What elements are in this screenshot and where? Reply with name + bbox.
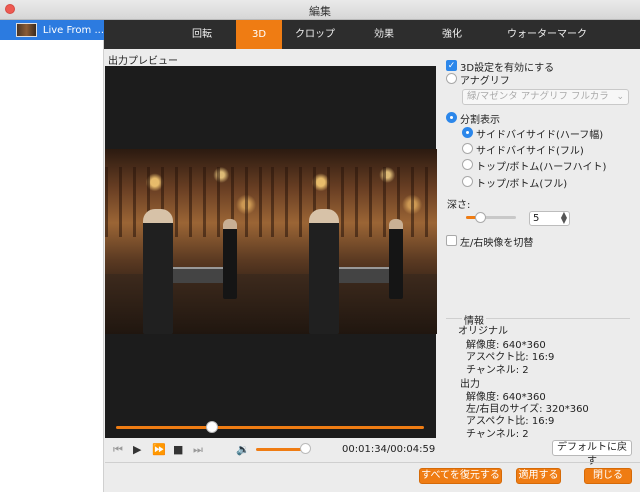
footer-divider — [105, 462, 640, 463]
anaglyph-label: アナグリフ — [460, 76, 510, 87]
split-option-radio[interactable] — [462, 143, 473, 154]
split-option-label: トップ/ボトム(ハーフハイト) — [476, 162, 607, 173]
tab-watermark[interactable]: ウォーターマーク — [482, 20, 612, 49]
depth-label: 深さ: — [447, 200, 471, 211]
restore-default-button[interactable]: デフォルトに戻す — [552, 440, 632, 467]
split-option-label: サイドバイサイド(フル) — [476, 146, 584, 157]
split-option-radio[interactable] — [462, 176, 473, 187]
tab-enhance[interactable]: 強化 — [430, 20, 474, 49]
anaglyph-radio[interactable] — [446, 73, 457, 84]
swap-eyes-checkbox[interactable] — [446, 235, 457, 246]
left-eye-frame — [105, 149, 271, 334]
file-list-item[interactable]: Live From ... — [0, 20, 104, 40]
restore-all-button[interactable]: すべてを復元する — [419, 468, 502, 484]
depth-stepper[interactable]: 5 ▲ ▼ — [529, 211, 570, 226]
anaglyph-select-value: 緑/マゼンタ アナグリフ フルカラ — [467, 91, 609, 102]
swap-eyes-label: 左/右映像を切替 — [460, 238, 534, 249]
chevron-down-icon: ⌄ — [616, 92, 624, 102]
split-view-radio[interactable] — [446, 112, 457, 123]
split-option-label: トップ/ボトム(フル) — [476, 179, 568, 190]
apply-button[interactable]: 適用する — [516, 468, 561, 484]
seek-handle[interactable] — [206, 421, 218, 433]
tab-3d[interactable]: 3D — [236, 20, 282, 49]
anaglyph-select[interactable]: 緑/マゼンタ アナグリフ フルカラ ⌄ — [462, 89, 629, 105]
split-option-radio[interactable] — [462, 127, 473, 138]
fast-forward-icon[interactable]: ⏩ — [152, 444, 166, 456]
play-icon[interactable]: ▶ — [133, 444, 141, 456]
depth-handle[interactable] — [475, 212, 486, 223]
video-preview — [105, 66, 437, 438]
close-button[interactable]: 閉じる — [584, 468, 632, 484]
original-info-line: チャンネル: 2 — [466, 365, 529, 376]
volume-slider[interactable] — [256, 448, 306, 451]
right-eye-frame — [271, 149, 437, 334]
tab-rotate[interactable]: 回転 — [180, 20, 224, 49]
output-info-line: チャンネル: 2 — [466, 429, 529, 440]
depth-value: 5 — [533, 213, 540, 224]
split-option-label: サイドバイサイド(ハーフ幅) — [476, 130, 604, 141]
skip-back-icon[interactable]: ⏮ — [113, 444, 123, 456]
original-heading: オリジナル — [458, 326, 508, 337]
window-title: 編集 — [309, 5, 331, 18]
tab-bar: 回転 3D クロップ 効果 強化 ウォーターマーク — [104, 20, 640, 49]
title-bar: 編集 — [0, 0, 640, 20]
tab-effects[interactable]: 効果 — [362, 20, 406, 49]
speaker-icon[interactable]: 🔉 — [236, 444, 250, 456]
file-name: Live From ... — [42, 24, 104, 36]
enable-3d-checkbox[interactable]: ✓ — [446, 60, 457, 71]
skip-forward-icon[interactable]: ⏭ — [193, 444, 203, 456]
file-thumbnail — [16, 23, 37, 37]
stop-icon[interactable]: ■ — [173, 444, 183, 456]
volume-handle[interactable] — [300, 443, 311, 454]
split-option-radio[interactable] — [462, 159, 473, 170]
stepper-arrows-icon[interactable]: ▲ ▼ — [561, 211, 567, 225]
split-view-label: 分割表示 — [460, 115, 500, 126]
preview-label: 出力プレビュー — [108, 56, 178, 67]
file-sidebar: Live From ... — [0, 20, 104, 492]
time-readout: 00:01:34/00:04:59 — [342, 444, 436, 455]
seek-bar[interactable] — [116, 426, 424, 429]
tab-crop[interactable]: クロップ — [290, 20, 340, 49]
